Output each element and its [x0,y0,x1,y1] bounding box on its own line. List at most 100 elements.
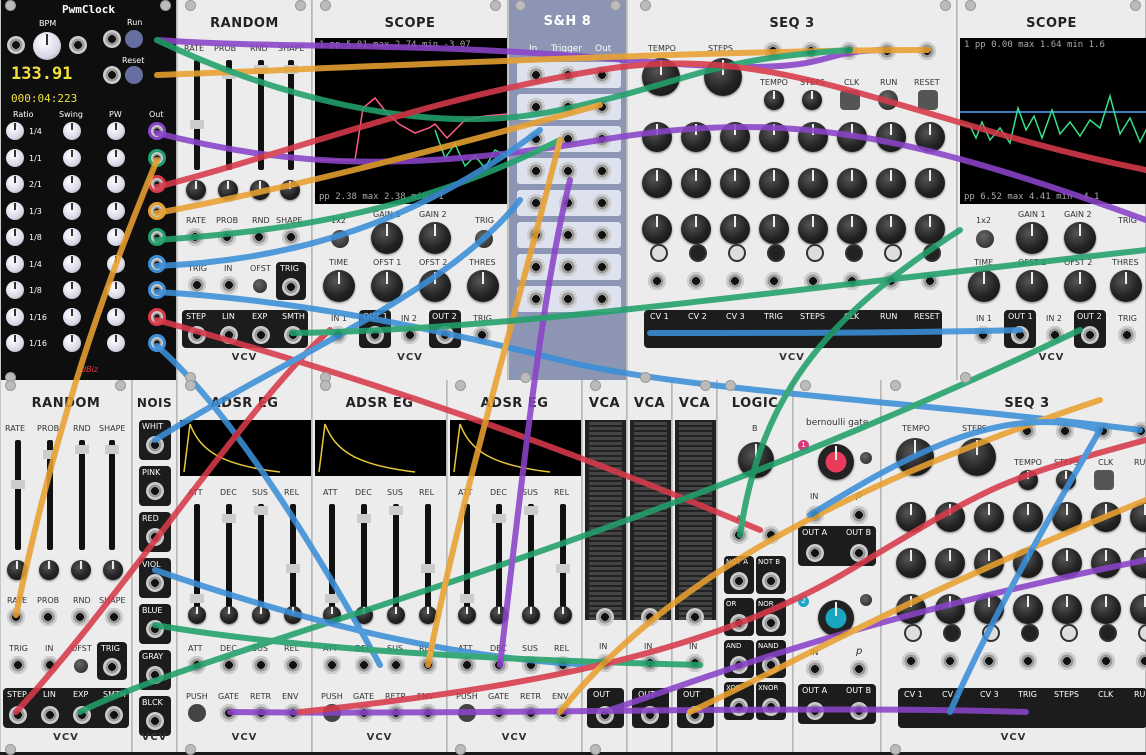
pw-knob[interactable] [107,148,125,167]
prob-slider[interactable] [222,60,236,170]
step-knob[interactable] [1091,548,1121,578]
rb-smth-jack[interactable] [105,706,123,724]
bernoulli-mode1-button[interactable] [860,452,872,464]
step-knob[interactable] [759,168,789,198]
gate-button[interactable] [689,244,707,262]
swing-knob[interactable] [63,254,81,273]
pw-knob[interactable] [107,122,125,140]
swing-knob[interactable] [63,281,81,299]
sb-tempo-knob[interactable] [896,438,934,476]
step-knob[interactable] [1052,502,1082,532]
adsr-cv-jack[interactable] [387,656,405,674]
gate-button[interactable] [904,624,922,642]
step-knob[interactable] [974,594,1004,624]
r-in1-jack[interactable] [974,326,992,344]
rb-rate-in-jack[interactable] [7,608,25,626]
sh-trigger-jack[interactable] [559,194,577,212]
adsr-io-jack[interactable] [252,704,270,722]
ratio-knob[interactable] [6,148,24,167]
out2-jack[interactable] [436,326,454,344]
adsr-slider[interactable] [286,504,300,614]
noise-output-jack[interactable] [146,436,164,454]
bernoulli-in2-jack[interactable] [806,660,824,678]
gate-out-jack[interactable] [1097,652,1115,670]
reset-jack[interactable] [103,66,121,84]
step-knob[interactable] [837,168,867,198]
sb-clk-button[interactable] [1094,470,1114,490]
adsr-slider[interactable] [460,504,474,614]
gate-button[interactable] [1060,624,1078,642]
clock-out-jack[interactable] [148,254,166,273]
rb-in-jack[interactable] [41,656,59,674]
adsr-io-jack[interactable] [490,704,508,722]
tempo-knob[interactable] [642,58,680,96]
rb-rate-cv-knob[interactable] [7,560,27,580]
step-knob[interactable] [1130,594,1146,624]
ofst1-knob[interactable] [371,270,403,302]
vca-cv-jack[interactable] [641,608,659,626]
bernoulli-outa2-jack[interactable] [806,702,824,720]
adsr-slider[interactable] [492,504,506,614]
gate-button[interactable] [1138,624,1146,642]
adsr-cv-jack[interactable] [323,656,341,674]
clock-out-jack[interactable] [148,334,166,352]
gate-button[interactable] [806,244,824,262]
bernoulli-outb1-jack[interactable] [850,544,868,562]
step-knob[interactable] [642,214,672,244]
step-knob[interactable] [642,122,672,152]
adsr-slider[interactable] [325,504,339,614]
adsr-cv-knob[interactable] [355,606,373,624]
tempo-cv-jack[interactable] [764,42,782,60]
bpm-cv-jack[interactable] [7,36,25,54]
r-thres-knob[interactable] [1110,270,1142,302]
shape-slider[interactable] [284,60,298,170]
run-jack[interactable] [103,30,121,48]
rb-ofst-button[interactable] [74,659,88,673]
rb-rnd-cv-knob[interactable] [71,560,91,580]
trig-out-jack[interactable] [282,278,300,296]
push-button[interactable] [458,704,476,722]
bernoulli-outa1-jack[interactable] [806,544,824,562]
logic-gate-jack[interactable] [762,656,780,674]
shape-cv-knob[interactable] [280,180,300,200]
logic-b-jack[interactable] [762,526,780,544]
sh-trigger-jack[interactable] [559,290,577,308]
adsr-io-jack[interactable] [522,704,540,722]
in2-jack[interactable] [401,326,419,344]
r-trig-jack[interactable] [1118,326,1136,344]
r-gain2-knob[interactable] [1064,222,1096,254]
r-x2-button[interactable] [976,230,994,248]
adsr-cv-jack[interactable] [419,656,437,674]
step-knob[interactable] [1052,594,1082,624]
sh-in-jack[interactable] [527,130,545,148]
swing-knob[interactable] [63,201,81,220]
gate-out-jack[interactable] [1058,652,1076,670]
clk-jack[interactable] [840,42,858,60]
ratio-knob[interactable] [6,334,24,352]
sh-in-jack[interactable] [527,98,545,116]
adsr-cv-jack[interactable] [188,656,206,674]
gate-out-jack[interactable] [980,652,998,670]
sh-in-jack[interactable] [527,66,545,84]
gate-out-jack[interactable] [902,652,920,670]
gate-out-jack[interactable] [921,272,939,290]
adsr-io-jack[interactable] [419,704,437,722]
adsr-cv-jack[interactable] [284,656,302,674]
rate-in-jack[interactable] [186,228,204,246]
gate-button[interactable] [845,244,863,262]
logic-gate-jack[interactable] [762,572,780,590]
ofst2-knob[interactable] [419,270,451,302]
r-time-knob[interactable] [968,270,1000,302]
logic-gate-jack[interactable] [730,656,748,674]
steps-knob[interactable] [704,58,742,96]
gate-button[interactable] [982,624,1000,642]
adsr-io-jack[interactable] [554,704,572,722]
adsr-slider[interactable] [524,504,538,614]
bernoulli-mode2-button[interactable] [860,594,872,606]
sb-steps-jack[interactable] [1056,422,1074,440]
step-knob[interactable] [974,502,1004,532]
clock-out-jack[interactable] [148,122,166,140]
pw-knob[interactable] [107,228,125,246]
prob-cv-knob[interactable] [218,180,238,200]
sh-in-jack[interactable] [527,226,545,244]
